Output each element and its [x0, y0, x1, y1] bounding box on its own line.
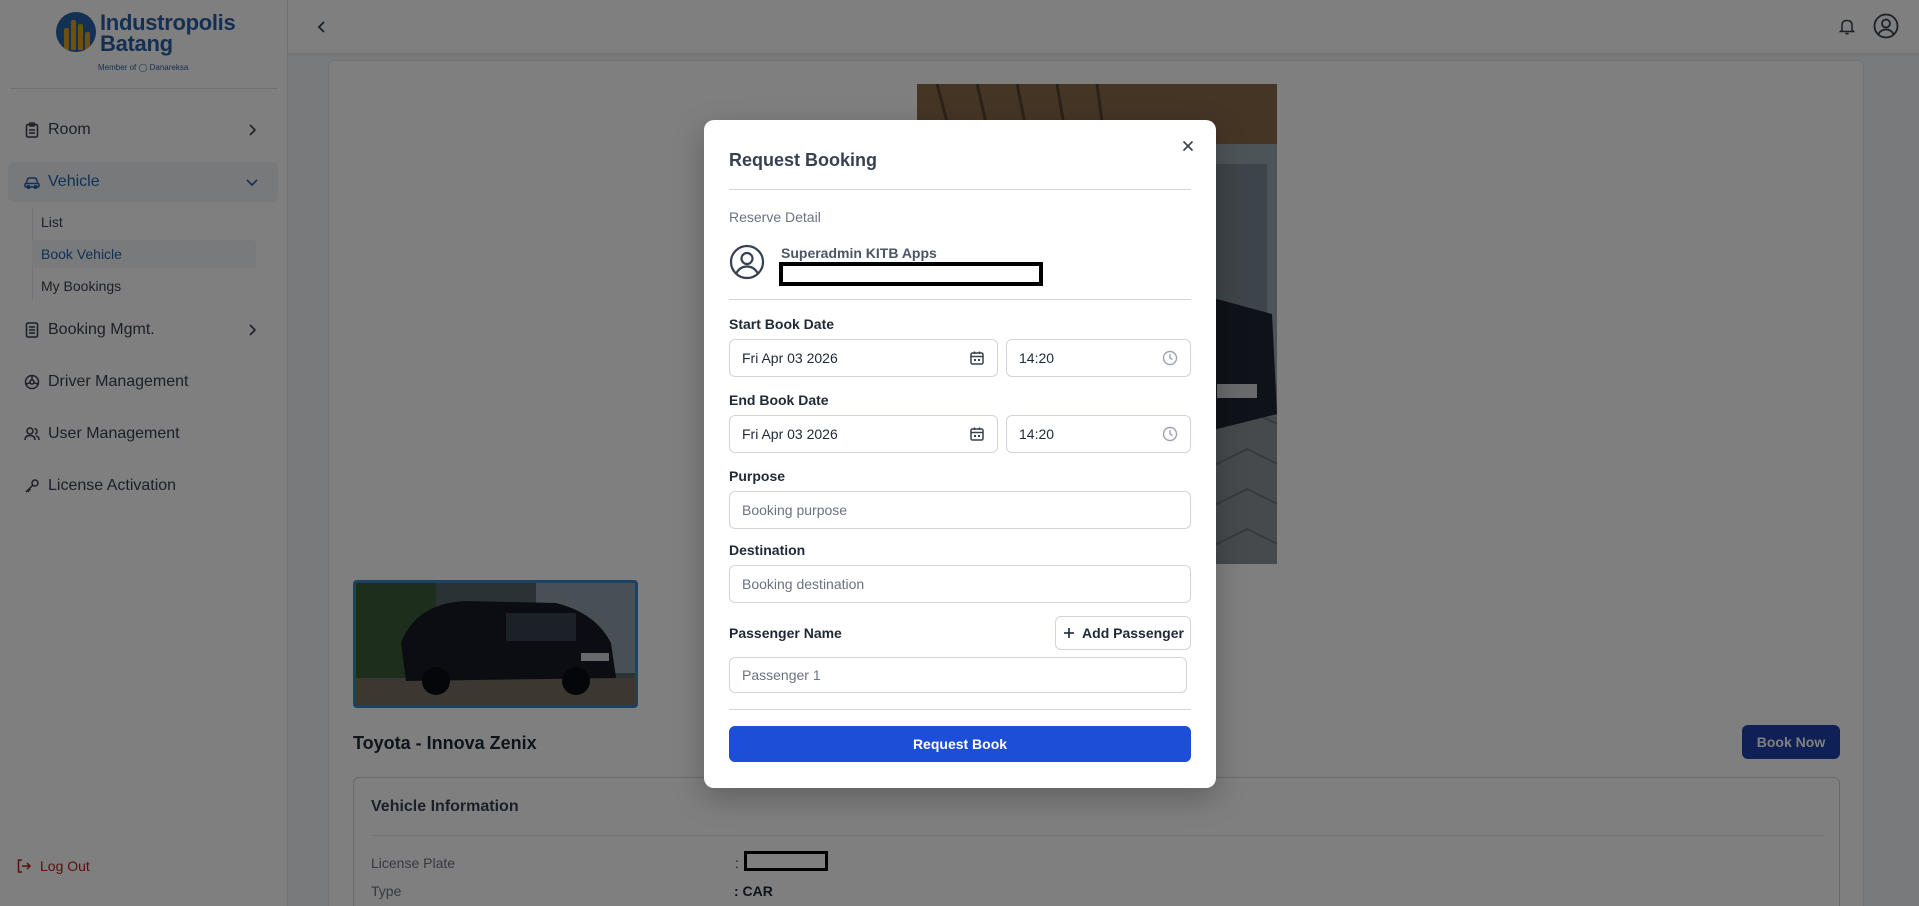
clock-icon[interactable] — [1162, 426, 1178, 442]
request-booking-modal: Request Booking Reserve Detail Superadmi… — [704, 120, 1216, 788]
requester-email-redacted — [779, 262, 1043, 286]
modal-divider — [729, 299, 1191, 300]
add-passenger-label: Add Passenger — [1082, 625, 1184, 641]
end-book-date-label: End Book Date — [729, 392, 829, 408]
add-passenger-button[interactable]: Add Passenger — [1055, 616, 1191, 650]
close-icon — [1182, 140, 1194, 152]
requester-name: Superadmin KITB Apps — [781, 245, 937, 261]
request-book-button[interactable]: Request Book — [729, 726, 1191, 762]
modal-divider — [729, 709, 1191, 710]
passenger-name-label: Passenger Name — [729, 625, 842, 641]
clock-icon[interactable] — [1162, 350, 1178, 366]
end-time-picker[interactable]: 14:20 — [1006, 415, 1191, 453]
reserve-detail-label: Reserve Detail — [729, 209, 821, 225]
end-date-picker[interactable]: Fri Apr 03 2026 — [729, 415, 998, 453]
close-modal-button[interactable] — [1178, 136, 1198, 156]
destination-label: Destination — [729, 542, 806, 558]
start-date-value: Fri Apr 03 2026 — [742, 350, 838, 366]
start-book-date-label: Start Book Date — [729, 316, 835, 332]
end-date-value: Fri Apr 03 2026 — [742, 426, 838, 442]
start-date-picker[interactable]: Fri Apr 03 2026 — [729, 339, 998, 377]
user-circle-icon — [729, 244, 765, 280]
start-time-value: 14:20 — [1019, 350, 1055, 366]
modal-title: Request Booking — [729, 150, 878, 170]
purpose-label: Purpose — [729, 468, 786, 484]
calendar-icon[interactable] — [969, 426, 985, 442]
plus-icon — [1064, 628, 1075, 638]
calendar-icon[interactable] — [969, 350, 985, 366]
destination-input[interactable] — [729, 565, 1191, 603]
modal-divider — [729, 189, 1191, 190]
start-time-picker[interactable]: 14:20 — [1006, 339, 1191, 377]
end-time-value: 14:20 — [1019, 426, 1055, 442]
passenger-1-input[interactable] — [729, 657, 1187, 693]
purpose-input[interactable] — [729, 491, 1191, 529]
